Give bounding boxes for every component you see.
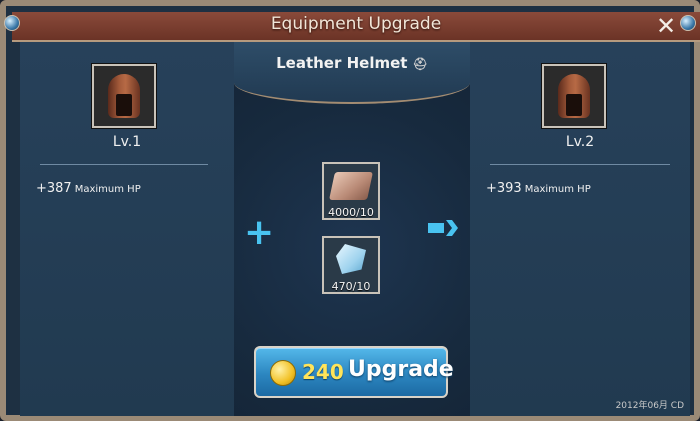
current-item-icon [92,64,156,128]
title-bar: Equipment Upgrade ✕ [12,12,700,42]
next-item-icon [542,64,606,128]
leather-helmet-icon [108,74,140,118]
frame-gem-icon [680,15,696,31]
upgrade-label: Upgrade [348,357,454,382]
current-stat-name: Maximum HP [74,184,141,195]
plus-icon: + [244,212,275,253]
next-stat-name: Maximum HP [524,184,591,195]
current-level-panel: Lv.1 +387 Maximum HP [20,42,234,416]
helmet-small-icon: ⛑ [412,57,428,71]
material-qty: 470/10 [331,280,371,293]
material-qty: 4000/10 [328,206,374,219]
frame-gem-icon [4,15,20,31]
crystal-shard-icon [336,244,366,274]
upgrade-button[interactable]: 240 Upgrade [254,346,454,398]
divider [40,164,208,165]
item-name: Leather Helmet ⛑ [234,54,470,72]
current-level: Lv.1 [112,134,142,150]
upgrade-cost: 240 [302,360,344,384]
close-icon[interactable]: ✕ [654,14,678,38]
material-slot[interactable]: 4000/10 [322,162,380,220]
current-stat-value: +387 [36,181,72,196]
next-level-panel: Lv.2 +393 Maximum HP [470,42,690,416]
item-name-text: Leather Helmet [276,54,408,72]
divider [490,164,670,165]
gold-coin-icon [270,360,296,386]
window-title: Equipment Upgrade [270,14,442,34]
arrow-right-icon [428,220,458,236]
current-stat: +387 Maximum HP [36,181,141,196]
next-level: Lv.2 [565,134,595,150]
material-slot[interactable]: 470/10 [322,236,380,294]
watermark: 2012年06月 CD [615,401,684,411]
next-stat: +393 Maximum HP [486,181,591,196]
leather-helmet-icon [558,74,590,118]
upgrade-window: Equipment Upgrade ✕ Lv.1 +387 Maximum HP … [0,0,700,421]
item-title-banner: Leather Helmet ⛑ [234,42,470,104]
copper-ingot-icon [329,172,373,200]
next-stat-value: +393 [486,181,522,196]
